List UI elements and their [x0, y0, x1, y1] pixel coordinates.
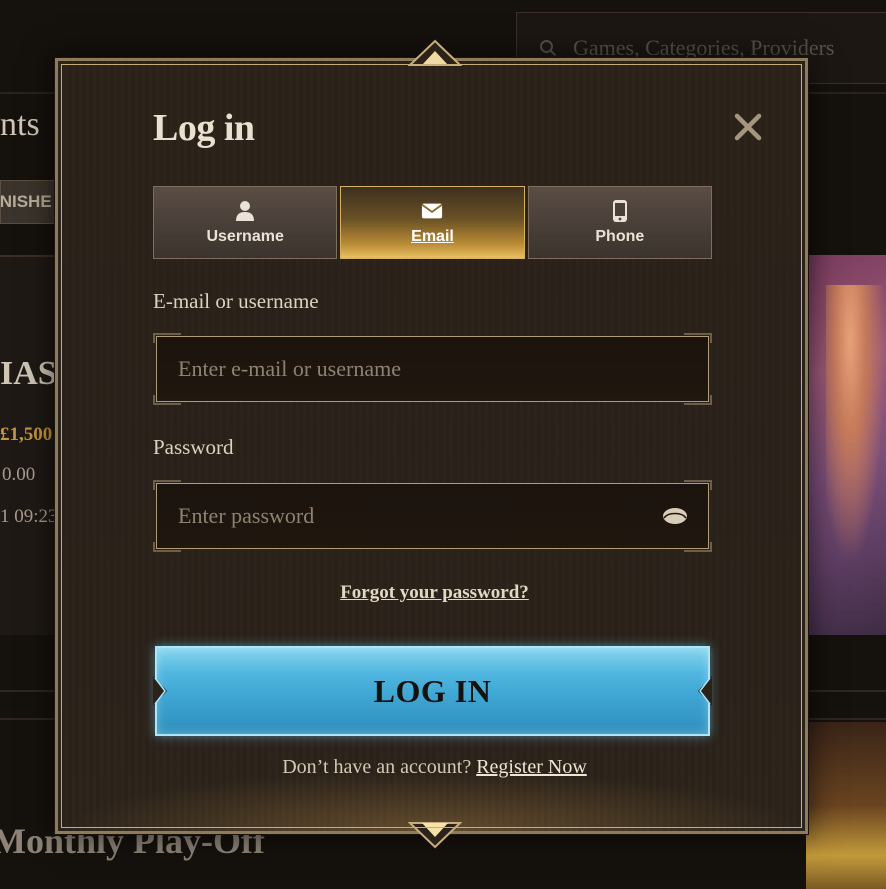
background-section-title: nts	[0, 106, 40, 143]
forgot-password-link[interactable]: Forgot your password?	[340, 582, 529, 603]
register-link[interactable]: Register Now	[476, 756, 587, 778]
show-password-toggle[interactable]	[662, 506, 688, 526]
tab-phone[interactable]: Phone	[527, 186, 712, 259]
background-prize-value: £1,500	[0, 424, 53, 445]
tab-username-label: Username	[206, 227, 284, 245]
login-button[interactable]: LOG IN	[153, 646, 712, 736]
tab-email[interactable]: Email	[340, 186, 525, 259]
background-finished-tab[interactable]: INISHE	[0, 180, 60, 224]
tab-email-label: Email	[411, 227, 454, 245]
password-field[interactable]	[178, 503, 662, 529]
register-prompt-text: Don’t have an account?	[282, 756, 472, 778]
background-car-artwork	[806, 722, 886, 889]
background-promo-artwork	[806, 255, 886, 635]
background-character-figure	[826, 285, 886, 565]
ornament-bottom-icon	[408, 822, 462, 849]
password-field-label: Password	[153, 435, 234, 459]
phone-icon	[609, 199, 631, 222]
password-field-frame	[153, 480, 712, 552]
login-button-label: LOG IN	[373, 672, 492, 709]
email-field-box	[156, 336, 709, 402]
register-prompt: Don’t have an account? Register Now	[58, 756, 811, 779]
search-icon	[540, 40, 557, 57]
tab-username[interactable]: Username	[153, 186, 338, 259]
ornament-top-icon	[408, 39, 462, 66]
forgot-password-container: Forgot your password?	[58, 582, 811, 604]
email-field-label: E-mail or username	[153, 289, 319, 313]
tab-phone-label: Phone	[595, 227, 645, 245]
login-modal: Log in Username Email Phone E-mail or us…	[55, 39, 811, 849]
close-button[interactable]	[730, 109, 766, 145]
envelope-icon	[421, 200, 444, 222]
background-promo-title: IAS	[0, 355, 57, 392]
login-method-tabs: Username Email Phone	[153, 186, 712, 261]
user-icon	[234, 200, 256, 222]
eye-icon	[663, 508, 687, 524]
background-balance-value: 0.00	[2, 464, 36, 485]
email-field-frame	[153, 333, 712, 405]
background-time-value: 1 09:23	[0, 506, 58, 527]
email-field[interactable]	[178, 356, 688, 382]
password-field-box	[156, 483, 709, 549]
close-icon	[734, 113, 762, 141]
modal-title: Log in	[153, 107, 255, 149]
